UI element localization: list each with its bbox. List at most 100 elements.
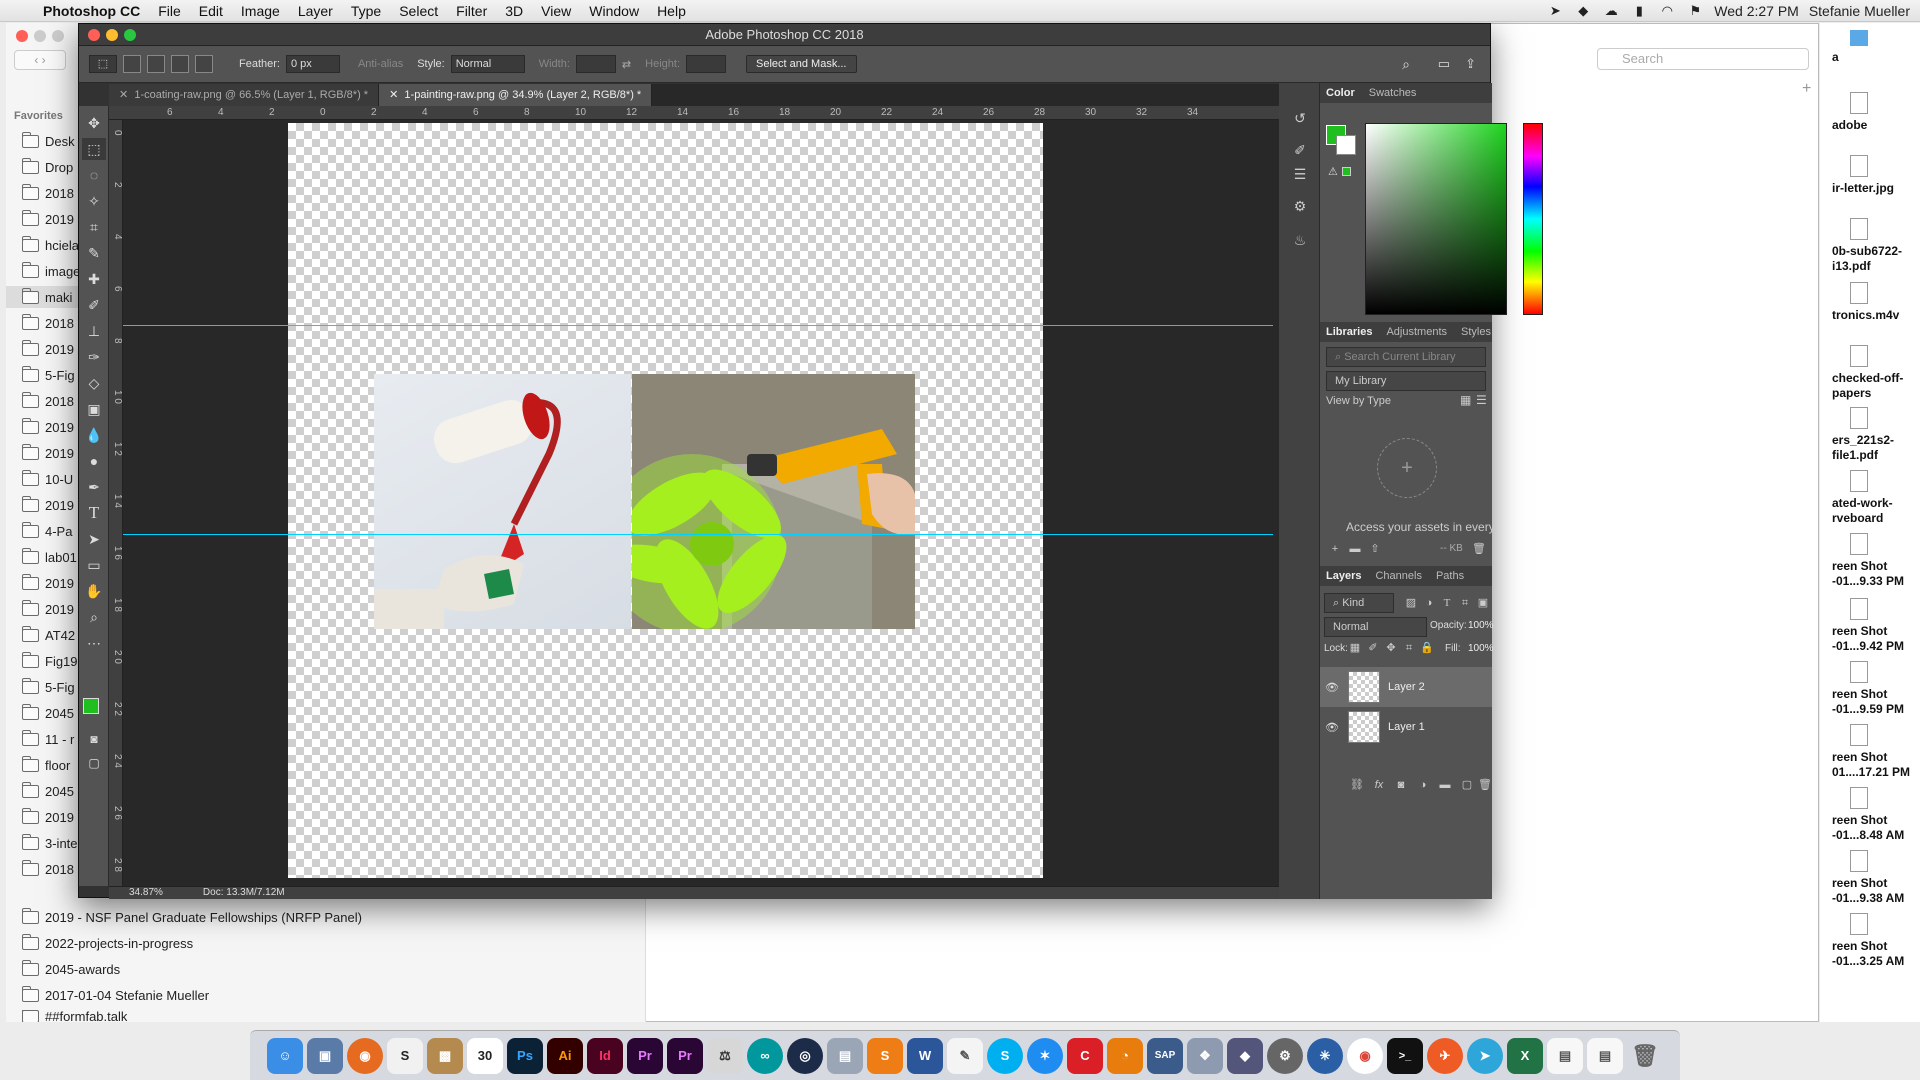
excel-dock-icon[interactable]: X — [1507, 1037, 1543, 1074]
finder-dock-icon[interactable]: ☺ — [267, 1037, 303, 1074]
terminal-dock-icon[interactable]: >_ — [1387, 1037, 1423, 1074]
desktop-item[interactable]: reen Shot -01...9.42 PM — [1832, 598, 1920, 654]
desktop-item[interactable]: reen Shot -01...8.48 AM — [1832, 787, 1920, 843]
photoshop-dock-icon[interactable]: Ps — [507, 1037, 543, 1074]
sidebar-item[interactable]: 3-inte — [22, 832, 78, 854]
blender-dock-icon[interactable]: ◔ — [1107, 1037, 1143, 1074]
history-brush-tool-icon[interactable]: ✑ — [82, 346, 106, 368]
safari-dock-icon[interactable]: ✶ — [1027, 1037, 1063, 1074]
sidebar-item[interactable]: 2019 — [22, 494, 74, 516]
guide-line-top[interactable] — [123, 325, 1273, 326]
library-add-icon[interactable]: + — [1328, 542, 1342, 556]
menu-file[interactable]: File — [149, 3, 190, 19]
color-background-swatch[interactable] — [1336, 135, 1356, 155]
chrome-dock-icon[interactable]: ◉ — [1347, 1037, 1383, 1074]
library-search-input[interactable]: ⌕ Search Current Library — [1326, 347, 1486, 367]
screen-mode-icon[interactable]: ▢ — [82, 752, 106, 774]
sidebar-item[interactable]: Drop — [22, 156, 73, 178]
new-layer-icon[interactable]: ▢ — [1460, 778, 1474, 792]
tab-painting[interactable]: ✕ 1-painting-raw.png @ 34.9% (Layer 2, R… — [379, 84, 653, 106]
desktop-item[interactable]: checked-off-papers — [1832, 345, 1920, 401]
desktop-item[interactable]: ated-work-rveboard — [1832, 470, 1920, 526]
lock-position-icon[interactable]: ✥ — [1384, 641, 1398, 655]
menu-layer[interactable]: Layer — [289, 3, 342, 19]
finder-nav-buttons[interactable]: ‹ › — [14, 50, 66, 70]
height-input[interactable] — [686, 55, 726, 73]
sidebar-item[interactable]: 2019 — [22, 442, 74, 464]
premiere-2-dock-icon[interactable]: Pr — [667, 1037, 703, 1074]
migration-dock-icon[interactable]: ▤ — [827, 1037, 863, 1074]
sidebar-item[interactable]: image — [22, 260, 80, 282]
desktop-item[interactable]: reen Shot -01...9.59 PM — [1832, 661, 1920, 717]
intersect-selection-icon[interactable] — [195, 55, 213, 73]
share-icon[interactable]: ⇪ — [1465, 56, 1476, 72]
hue-slider[interactable] — [1523, 123, 1543, 315]
finder-list-item[interactable]: 2019 - NSF Panel Graduate Fellowships (N… — [22, 906, 362, 928]
brush-tool-icon[interactable]: ✐ — [82, 294, 106, 316]
sidebar-item[interactable]: 2018 — [22, 390, 74, 412]
pages-dock-icon[interactable]: ✎ — [947, 1037, 983, 1074]
finder-zoom-button[interactable] — [52, 30, 64, 42]
tab-coating[interactable]: ✕ 1-coating-raw.png @ 66.5% (Layer 1, RG… — [109, 84, 380, 106]
feather-input[interactable]: 0 px — [285, 55, 340, 73]
telegram-dock-icon[interactable]: ➤ — [1467, 1037, 1503, 1074]
menu-3d[interactable]: 3D — [496, 3, 532, 19]
sublime-dock-icon[interactable]: S — [867, 1037, 903, 1074]
finder-close-button[interactable] — [16, 30, 28, 42]
desktop-item[interactable]: tronics.m4v — [1832, 282, 1920, 323]
dropbox-icon[interactable]: ◆ — [1574, 3, 1592, 19]
new-group-icon[interactable]: ▬ — [1438, 778, 1452, 792]
sidebar-item[interactable]: 2019 — [22, 208, 74, 230]
filter-smart-object-icon[interactable]: ▣ — [1476, 596, 1490, 610]
menu-view[interactable]: View — [532, 3, 580, 19]
sidebar-item[interactable]: 5-Fig — [22, 364, 75, 386]
desktop-item[interactable]: ir-letter.jpg — [1832, 155, 1920, 196]
sidebar-item[interactable]: 2018 — [22, 182, 74, 204]
style-select[interactable]: Normal — [450, 55, 525, 73]
wifi-icon[interactable]: ◠ — [1658, 3, 1676, 19]
delete-layer-icon[interactable]: 🗑 — [1478, 778, 1492, 792]
web-color-swatch[interactable] — [1342, 167, 1351, 176]
hand-tool-icon[interactable]: ✋ — [82, 580, 106, 602]
sidebar-item[interactable]: 4-Pa — [22, 520, 72, 542]
creative-cloud-dock-icon[interactable]: C — [1067, 1037, 1103, 1074]
tab-styles[interactable]: Styles — [1461, 326, 1491, 338]
list-view-icon[interactable]: ☰ — [1476, 393, 1487, 407]
system-prefs-dock-icon[interactable]: ⚙ — [1267, 1037, 1303, 1074]
library-delete-icon[interactable]: 🗑 — [1472, 542, 1486, 556]
stuffit-dock-icon[interactable]: ▩ — [427, 1037, 463, 1074]
properties-panel-icon[interactable]: ⚙ — [1289, 195, 1311, 217]
ruler-horizontal[interactable]: 6 4 2 0 2 4 6 8 10 12 14 16 18 20 22 24 26 28 30 32 34 — [109, 106, 1279, 120]
pen-tool-icon[interactable]: ✒ — [82, 476, 106, 498]
brush-panel-icon[interactable]: ✐ — [1289, 139, 1311, 161]
finder-search-field[interactable]: Search — [1597, 48, 1809, 70]
fill-value[interactable]: 100% — [1468, 643, 1494, 654]
finder-minimize-button[interactable] — [34, 30, 46, 42]
path-selection-tool-icon[interactable]: ➤ — [82, 528, 106, 550]
blend-mode-select[interactable]: Normal — [1324, 617, 1427, 637]
finder-list-item[interactable]: 2045-awards — [22, 958, 120, 980]
grid-view-icon[interactable]: ▦ — [1460, 393, 1471, 407]
sidebar-item[interactable]: Desk — [22, 130, 75, 152]
tab-swatches[interactable]: Swatches — [1369, 87, 1417, 99]
sidebar-item[interactable]: AT42 — [22, 624, 75, 646]
adjust-panel-icon[interactable]: ☰ — [1289, 163, 1311, 185]
library-select[interactable]: My Library — [1326, 371, 1486, 391]
layer-name[interactable]: Layer 1 — [1388, 721, 1425, 733]
arduino-dock-icon[interactable]: ∞ — [747, 1037, 783, 1074]
select-and-mask-button[interactable]: Select and Mask... — [746, 55, 857, 73]
zoom-tool-icon[interactable]: ⌕ — [82, 606, 106, 628]
minimize-button[interactable] — [106, 29, 118, 41]
visibility-eye-icon[interactable]: 👁 — [1320, 681, 1344, 694]
sidebar-item[interactable]: hcielab — [22, 234, 86, 256]
guide-line-bottom[interactable] — [123, 534, 1273, 535]
eraser-tool-icon[interactable]: ◇ — [82, 372, 106, 394]
swap-dimensions-icon[interactable]: ⇄ — [622, 58, 631, 71]
new-selection-icon[interactable] — [123, 55, 141, 73]
tab-adjustments[interactable]: Adjustments — [1386, 326, 1447, 338]
spray-gun-photo[interactable] — [602, 374, 915, 634]
view-by-type-select[interactable]: View by Type — [1326, 395, 1391, 407]
add-library-item-icon[interactable]: + — [1377, 438, 1437, 498]
doc-size[interactable]: Doc: 13.3M/7.12M — [203, 887, 285, 899]
postman-dock-icon[interactable]: ✈ — [1427, 1037, 1463, 1074]
